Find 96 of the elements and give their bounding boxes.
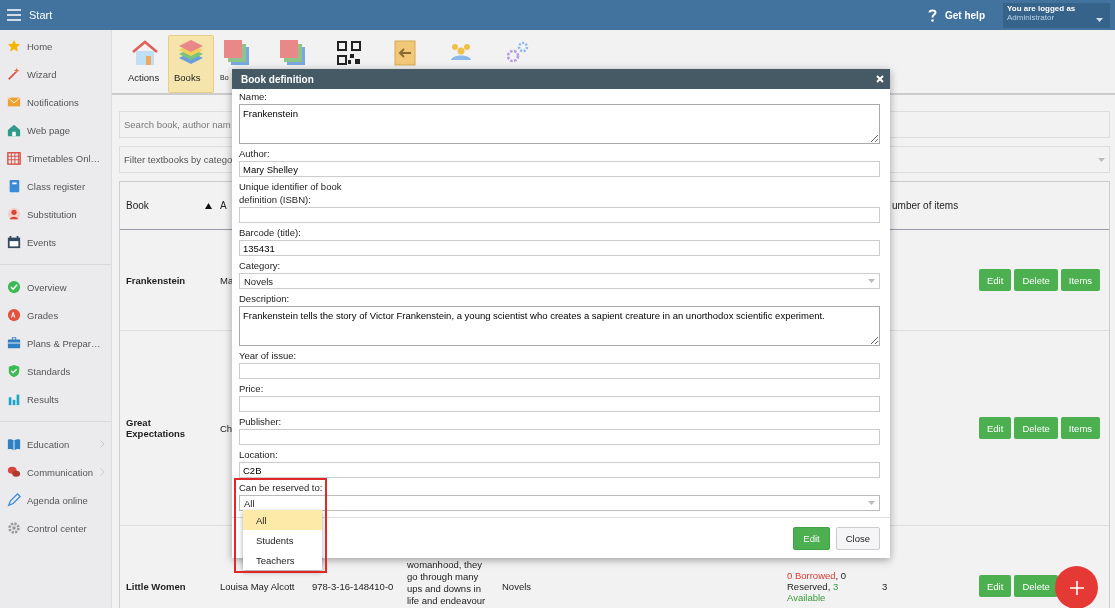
field-label: Year of issue: <box>239 349 298 362</box>
book-title: Little Women <box>126 580 186 592</box>
sidebar-item[interactable]: Notifications <box>0 88 111 116</box>
toolbar-label[interactable]: Actions <box>128 72 160 83</box>
check-circle-icon <box>7 280 21 294</box>
text-area[interactable]: Frankenstein <box>239 104 880 144</box>
toolbar-button[interactable]: Books <box>168 35 214 93</box>
sort-arrow-icon[interactable] <box>205 202 212 209</box>
chevron-right-icon <box>100 468 105 476</box>
sidebar-item[interactable]: Events <box>0 228 111 256</box>
input-field[interactable]: C2B <box>239 462 880 478</box>
sidebar-item[interactable]: Grades <box>0 301 111 329</box>
input-field[interactable]: Mary Shelley <box>239 161 880 177</box>
pen-icon <box>7 493 21 507</box>
house-icon[interactable] <box>130 38 160 68</box>
input-field[interactable] <box>239 396 880 412</box>
briefcase-icon <box>7 336 21 350</box>
sidebar-item[interactable]: Agenda online <box>0 486 111 514</box>
sidebar-item[interactable]: Home <box>0 32 111 60</box>
caret-icon <box>868 279 875 283</box>
user-dropdown[interactable]: You are logged as Administrator <box>1003 2 1110 28</box>
field-label: Publisher: <box>239 415 283 428</box>
sidebar-item[interactable]: Education <box>0 430 111 458</box>
book-title: Frankenstein <box>126 274 186 286</box>
table-cell: Ch <box>220 422 233 434</box>
availability-status: 0 Borrowed, 0 Reserved, 3 Available <box>787 569 848 603</box>
field-label: Name: <box>239 90 268 103</box>
table-cell: Louisa May Alcott <box>220 580 295 592</box>
input-field[interactable] <box>239 207 880 223</box>
gear-icon <box>7 521 21 535</box>
notebook-icon <box>7 179 21 193</box>
help-link[interactable]: Get help <box>928 8 985 22</box>
magic-wand-icon <box>7 67 21 81</box>
sidebar-item[interactable]: Web page <box>0 116 111 144</box>
person-icon <box>7 207 21 221</box>
table-cell: 978-3-16-148410-0 <box>312 580 394 592</box>
close-icon[interactable] <box>876 75 884 83</box>
text-area[interactable]: Frankenstein tells the story of Victor Frankenstein, a young scientist who creates a sapient creature in an unorthodox scientific experiment. <box>239 306 880 346</box>
caret-icon <box>1098 157 1105 162</box>
field-label: Description: <box>239 292 291 305</box>
envelope-icon <box>7 95 21 109</box>
caret-icon <box>1096 17 1103 22</box>
caret-icon <box>868 501 875 505</box>
menu-icon[interactable] <box>7 9 21 21</box>
field-label: Barcode (title): <box>239 226 302 239</box>
column-header[interactable]: A <box>220 200 227 211</box>
star-icon <box>7 39 21 53</box>
book-title: Great Expectations <box>126 417 187 439</box>
stacked-squares-icon[interactable] <box>278 38 308 68</box>
dropdown-option[interactable]: All <box>243 510 322 530</box>
sidebar-item[interactable]: Timetables Onl… <box>0 144 111 172</box>
column-header[interactable]: umber of items <box>892 200 959 211</box>
close-button[interactable]: Close <box>835 526 880 550</box>
field-label: Unique identifier of book definition (ISBN): <box>239 180 343 206</box>
stacked-squares-icon[interactable] <box>222 38 252 68</box>
table-cell-text: womanhood, they go through many ups and downs in life and endeavour <box>407 559 487 607</box>
chevron-right-icon <box>100 440 105 448</box>
column-header[interactable]: Book <box>126 200 149 211</box>
field-label: Location: <box>239 448 279 461</box>
user-caption: You are logged as <box>1007 3 1076 13</box>
shield-icon <box>7 364 21 378</box>
sidebar-item[interactable]: Class register <box>0 172 111 200</box>
plus-icon <box>1069 580 1084 595</box>
field-label: Author: <box>239 147 271 160</box>
field-label: Price: <box>239 382 265 395</box>
sidebar-item[interactable]: Substitution <box>0 200 111 228</box>
field-label: Category: <box>239 259 282 272</box>
select-field[interactable]: Novels <box>239 273 880 289</box>
dropdown-option[interactable]: Students <box>243 530 322 550</box>
sidebar-item[interactable]: Standards <box>0 357 111 385</box>
calendar-grid-icon <box>7 151 21 165</box>
open-book-icon <box>7 437 21 451</box>
sidebar-item[interactable]: Control center <box>0 514 111 542</box>
sidebar-item[interactable]: Communication <box>0 458 111 486</box>
sidebar-item[interactable]: Plans & Prepar… <box>0 329 111 357</box>
dialog-title: Book definition <box>241 73 314 85</box>
input-field[interactable] <box>239 429 880 445</box>
chat-bubbles-icon <box>7 465 21 479</box>
input-field[interactable] <box>239 363 880 379</box>
sidebar-item[interactable]: Wizard <box>0 60 111 88</box>
dropdown-option[interactable]: Teachers <box>243 550 322 570</box>
field-label: Can be reserved to: <box>239 481 324 494</box>
grade-circle-icon <box>7 308 21 322</box>
bar-chart-icon <box>7 392 21 406</box>
input-field[interactable]: 135431 <box>239 240 880 256</box>
sidebar-item[interactable]: Overview <box>0 273 111 301</box>
select-field[interactable]: All <box>239 495 880 511</box>
house-icon <box>7 123 21 137</box>
sidebar-item[interactable]: Results <box>0 385 111 413</box>
table-cell: 3 <box>882 580 888 592</box>
table-cell: Novels <box>502 580 532 592</box>
app-title[interactable]: Start <box>29 9 53 21</box>
help-icon <box>928 8 937 22</box>
user-name: Administrator <box>1007 12 1055 22</box>
calendar-icon <box>7 235 21 249</box>
qr-code-icon[interactable] <box>334 38 364 68</box>
